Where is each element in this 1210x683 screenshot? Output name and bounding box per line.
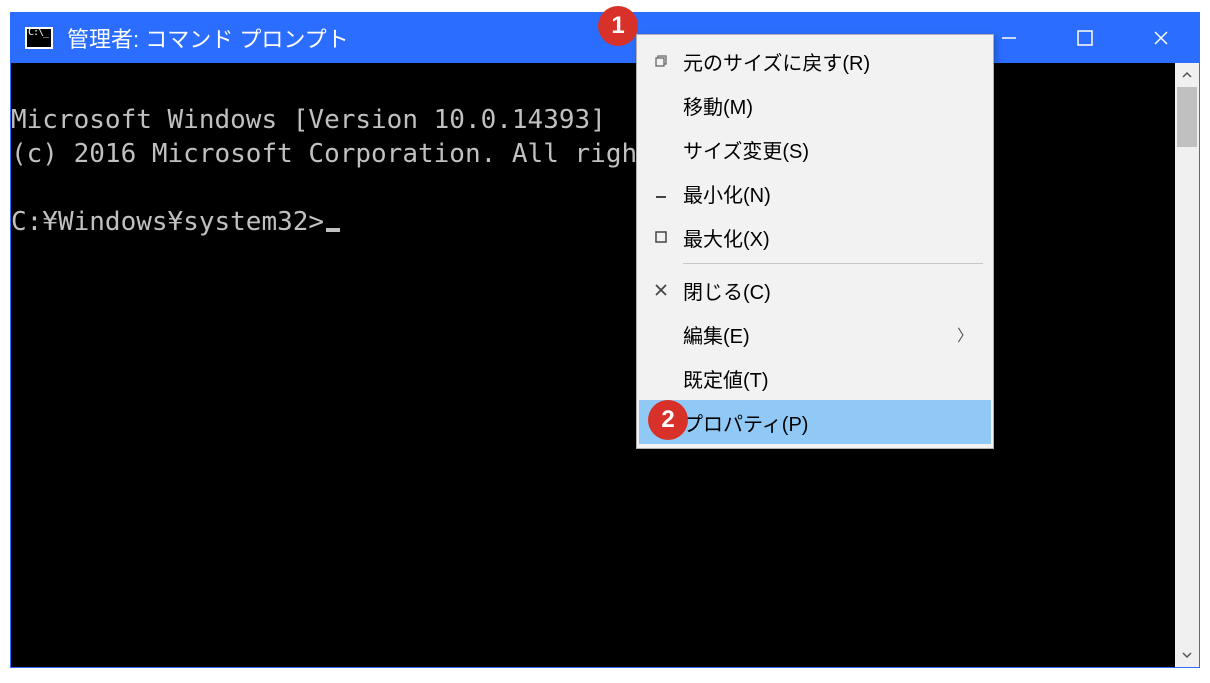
maximize-icon: [639, 229, 683, 245]
menu-item-properties[interactable]: プロパティ(P): [639, 400, 991, 444]
terminal-line: Microsoft Windows [Version 10.0.14393]: [11, 105, 606, 135]
system-context-menu: 元のサイズに戻す(R) 移動(M) サイズ変更(S) 最小化(N) 最大化(X)…: [636, 34, 994, 449]
cmd-app-icon[interactable]: [25, 27, 53, 49]
scrollbar-thumb[interactable]: [1177, 87, 1197, 147]
callout-badge-1: 1: [598, 6, 638, 46]
client-area: Microsoft Windows [Version 10.0.14393] (…: [11, 63, 1199, 667]
menu-item-edit[interactable]: 編集(E) 〉: [639, 312, 991, 356]
menu-item-restore[interactable]: 元のサイズに戻す(R): [639, 39, 991, 83]
menu-label: 最小化(N): [683, 179, 973, 208]
menu-item-minimize[interactable]: 最小化(N): [639, 171, 991, 215]
terminal-prompt: C:¥Windows¥system32>: [11, 207, 324, 237]
menu-label: 元のサイズに戻す(R): [683, 47, 973, 76]
maximize-button[interactable]: [1047, 13, 1123, 63]
close-button[interactable]: [1123, 13, 1199, 63]
vertical-scrollbar[interactable]: [1175, 63, 1199, 667]
menu-label: プロパティ(P): [683, 408, 973, 437]
scrollbar-track[interactable]: [1175, 87, 1199, 643]
menu-item-maximize[interactable]: 最大化(X): [639, 215, 991, 259]
menu-separator: [683, 263, 983, 264]
restore-icon: [639, 53, 683, 69]
close-icon: [639, 282, 683, 298]
minimize-icon: [639, 185, 683, 201]
scroll-up-button[interactable]: [1175, 63, 1199, 87]
menu-label: 編集(E): [683, 320, 957, 349]
menu-label: 閉じる(C): [683, 276, 973, 305]
scroll-down-button[interactable]: [1175, 643, 1199, 667]
window-controls: [971, 13, 1199, 63]
menu-item-close[interactable]: 閉じる(C): [639, 268, 991, 312]
submenu-arrow-icon: 〉: [957, 322, 973, 346]
menu-label: 最大化(X): [683, 223, 973, 252]
menu-label: 既定値(T): [683, 364, 973, 393]
terminal-output[interactable]: Microsoft Windows [Version 10.0.14393] (…: [11, 63, 1175, 667]
terminal-cursor: [326, 228, 340, 232]
callout-badge-2: 2: [648, 400, 688, 440]
menu-item-move[interactable]: 移動(M): [639, 83, 991, 127]
menu-item-defaults[interactable]: 既定値(T): [639, 356, 991, 400]
menu-label: サイズ変更(S): [683, 135, 973, 164]
command-prompt-window: 管理者: コマンド プロンプト Microsoft Windows [Versi…: [10, 12, 1200, 668]
menu-item-size[interactable]: サイズ変更(S): [639, 127, 991, 171]
menu-label: 移動(M): [683, 91, 973, 120]
